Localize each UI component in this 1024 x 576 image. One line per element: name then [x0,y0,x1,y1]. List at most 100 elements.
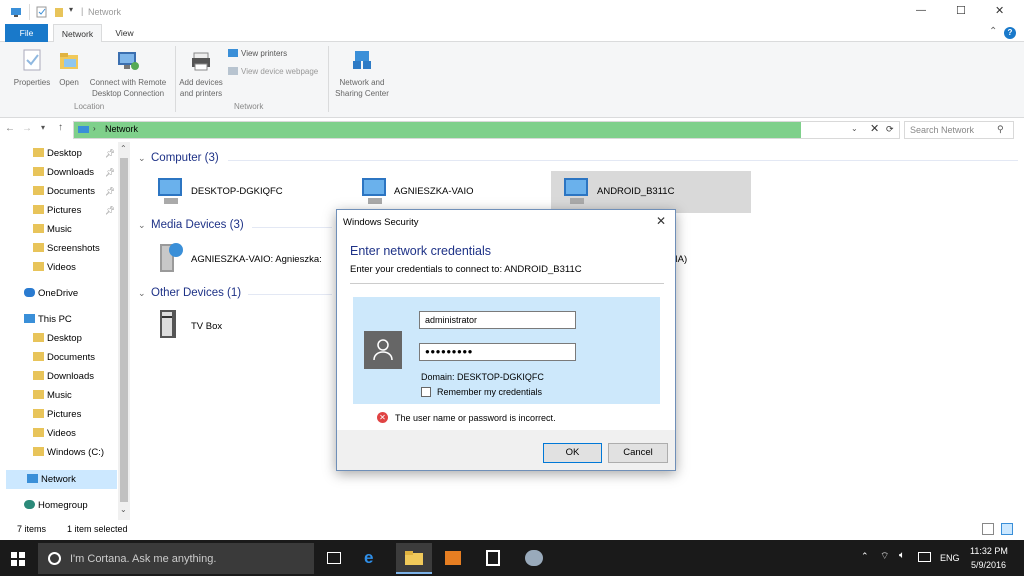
recent-locations-icon[interactable]: ▾ [41,123,45,132]
address-bar[interactable]: › Network ⌄ ✕ ⟳ [73,121,900,139]
nav-onedrive[interactable]: OneDrive [24,285,78,303]
nav-scrollbar[interactable]: ⌃ ⌄ [118,142,130,520]
address-dropdown-icon[interactable]: ⌄ [851,124,858,133]
remember-label[interactable]: Remember my credentials [437,387,542,397]
pin-icon[interactable]: 📌︎ [105,164,115,182]
action-center-icon[interactable] [918,552,931,562]
task-view-icon[interactable] [327,552,341,564]
computer-android[interactable] [562,176,592,211]
nav-quick-item[interactable]: Pictures 📌︎ [33,202,115,220]
dialog-close-button[interactable]: ✕ [656,214,666,228]
paint-icon[interactable] [525,550,543,566]
tab-file[interactable]: File [5,24,48,42]
computer-desktop[interactable] [156,176,186,211]
tab-network[interactable]: Network [53,24,102,42]
nav-network[interactable]: Network [27,471,76,489]
nav-quick-item[interactable]: Music [33,221,72,239]
nav-pc-item[interactable]: Music [33,387,72,405]
clear-address-icon[interactable]: ✕ [870,122,879,135]
search-box[interactable]: Search Network ⚲ [904,121,1014,139]
network-sharing-center-button[interactable]: Network and Sharing Center [332,48,392,99]
computer-vaio[interactable] [360,176,390,211]
password-field[interactable]: ●●●●●●●●● [419,343,576,361]
other-device-tvbox[interactable] [156,308,186,345]
tab-view[interactable]: View [107,24,142,42]
cancel-button[interactable]: Cancel [608,443,668,463]
nav-pc-item[interactable]: Documents [33,349,95,367]
collapse-ribbon-icon[interactable]: ⌃ [989,26,997,37]
close-button[interactable]: ✕ [995,4,1004,17]
cortana-search-box[interactable]: I'm Cortana. Ask me anything. [38,543,314,574]
clock-time[interactable]: 11:32 PM [970,546,1008,556]
nav-pc-item[interactable]: Downloads [33,368,94,386]
computer-vaio-label[interactable]: AGNIESZKA-VAIO [394,186,474,197]
computer-section-header[interactable]: Computer (3) [151,152,219,164]
remember-checkbox[interactable] [421,387,431,397]
group-network-label: Network [234,102,264,111]
add-devices-button[interactable]: Add devices and printers [176,48,226,99]
other-device-tvbox-label[interactable]: TV Box [191,321,222,332]
clock-date[interactable]: 5/9/2016 [971,560,1006,570]
details-view-icon[interactable] [982,523,994,535]
customize-qat-icon[interactable]: ▾ [69,5,73,14]
nav-quick-item[interactable]: Documents 📌︎ [33,183,115,201]
connect-remote-button[interactable]: Connect with Remote Desktop Connection [85,48,171,99]
view-printers-button[interactable]: View printers [228,49,287,58]
network-window-icon [11,8,21,17]
nav-quick-item[interactable]: Screenshots [33,240,100,258]
media-device-vaio-label[interactable]: AGNIESZKA-VAIO: Agnieszka: [191,254,322,265]
nav-homegroup[interactable]: Homegroup [24,497,88,515]
back-icon[interactable]: ← [5,123,15,134]
nav-pc-item[interactable]: Videos [33,425,76,443]
computer-desktop-label[interactable]: DESKTOP-DGKIQFC [191,186,283,197]
explorer-taskbar-active[interactable] [396,543,432,574]
username-field[interactable]: administrator [419,311,576,329]
open-button[interactable]: Open [56,48,82,88]
nav-quick-item[interactable]: Desktop 📌︎ [33,145,115,163]
other-section-header[interactable]: Other Devices (1) [151,287,241,299]
maximize-button[interactable]: ☐ [956,4,966,17]
properties-button[interactable]: Properties [10,48,54,88]
nav-quick-item[interactable]: Videos [33,259,76,277]
computer-android-label[interactable]: ANDROID_B311C [597,186,674,197]
view-device-webpage-button[interactable]: View device webpage [228,67,318,76]
nav-thispc[interactable]: This PC [24,311,72,329]
nav-scroll-thumb[interactable] [120,158,128,502]
nav-pc-item[interactable]: Pictures [33,406,81,424]
ok-button[interactable]: OK [543,443,602,463]
sublime-icon[interactable] [445,551,461,565]
connect-remote-label-2: Desktop Connection [91,89,165,98]
minimize-button[interactable]: — [916,5,926,16]
media-device-partial-label[interactable]: IA) [675,254,687,265]
nav-quick-item[interactable]: Downloads 📌︎ [33,164,115,182]
nav-pc-item[interactable]: Windows (C:) [33,444,104,462]
breadcrumb-network[interactable]: Network [105,124,138,134]
show-hidden-icons[interactable]: ⌃ [861,551,869,562]
edge-icon[interactable]: e [364,548,373,568]
refresh-icon[interactable]: ⟳ [886,124,894,135]
other-group-chevron[interactable]: ⌄ [138,288,146,299]
large-icons-view-icon[interactable] [1001,523,1013,535]
start-icon[interactable] [11,552,25,566]
volume-icon[interactable]: 🔈︎ [899,550,905,561]
pin-icon[interactable]: 📌︎ [105,202,115,220]
pin-icon[interactable]: 📌︎ [105,183,115,201]
pin-icon[interactable]: 📌︎ [105,145,115,163]
new-folder-quick-icon[interactable] [54,6,64,18]
nav-pc-item[interactable]: Desktop [33,330,82,348]
properties-quick-icon[interactable] [36,6,47,18]
computer-icon [564,178,588,204]
forward-icon[interactable]: → [22,123,32,134]
network-tray-icon[interactable]: ⌔ [880,550,889,563]
view-device-webpage-label: View device webpage [241,67,319,76]
language-indicator[interactable]: ENG [940,553,960,563]
media-section-header[interactable]: Media Devices (3) [151,219,244,231]
media-device-vaio[interactable] [156,240,186,279]
domain-label: Domain: DESKTOP-DGKIQFC [421,372,544,382]
nav-pc-label: Pictures [47,409,82,420]
up-icon[interactable]: ↑ [58,122,63,133]
help-icon[interactable]: ? [1004,27,1016,39]
store-icon[interactable] [486,550,500,566]
computer-group-chevron[interactable]: ⌄ [138,153,146,164]
media-group-chevron[interactable]: ⌄ [138,220,146,231]
